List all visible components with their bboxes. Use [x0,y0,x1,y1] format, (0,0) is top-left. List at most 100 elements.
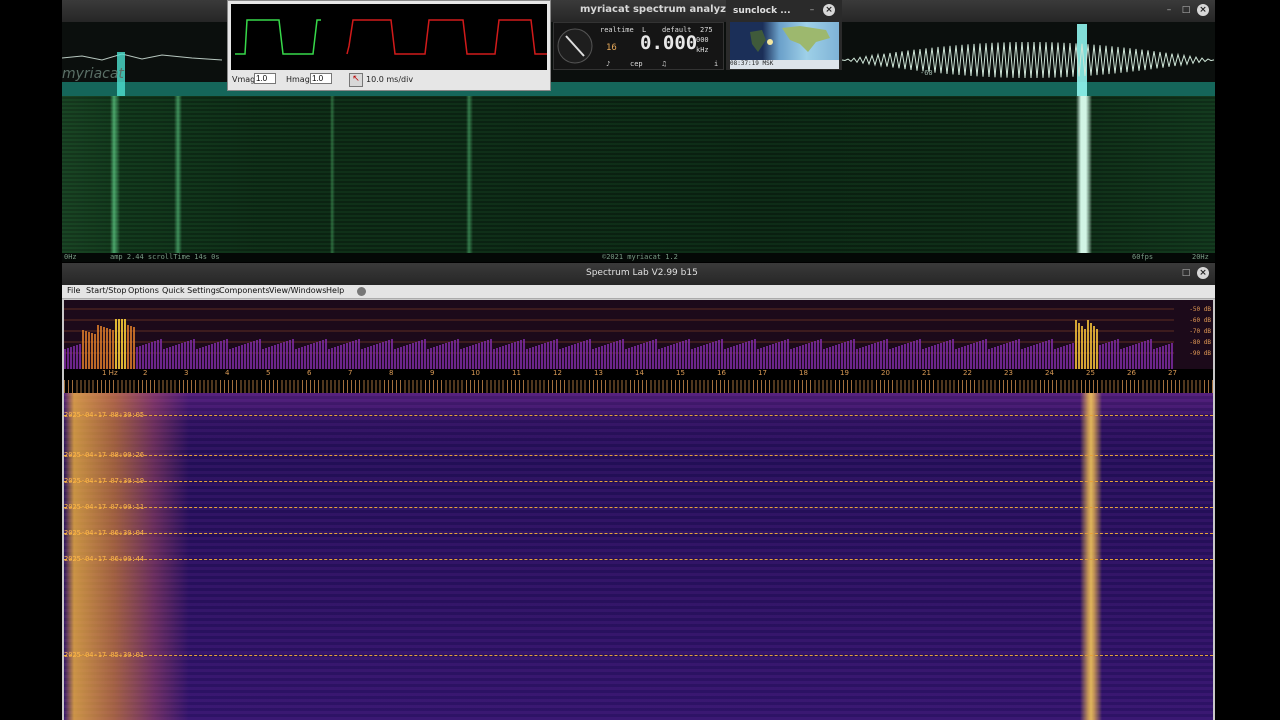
frequency-ruler [64,380,1213,393]
frequency-tick-label: 1 Hz [102,369,118,377]
readout-meter: realtime L default 275 16 0.000 000 kHz … [553,22,724,70]
sunclock-title: sunclock ... [733,6,791,16]
db-label: -60 dB [1189,317,1211,324]
footer-left-freq: 0Hz [64,253,77,261]
timestamp-line [64,533,1213,534]
menu-help[interactable]: Help [326,286,344,295]
spectrum-lab-window: Spectrum Lab V2.99 b15 □ × File Start/St… [62,263,1215,720]
note-button[interactable]: ♪ [606,60,610,68]
timestamp-line [64,507,1213,508]
db-tag: -60 [920,69,933,77]
menu-start-stop[interactable]: Start/Stop [86,286,126,295]
frequency-tick-label: 21 [922,369,931,377]
spectrum-lab-title: Spectrum Lab V2.99 b15 [586,268,698,278]
frequency-tick-label: 27 [1168,369,1177,377]
myriacat-footer: 0Hz amp 2.44 scrollTime 14s 0s ©2021 myr… [62,253,1215,262]
footer-fps: 60fps [1132,253,1154,261]
frequency-tick-label: 25 [1086,369,1095,377]
frequency-sub: 000 [696,36,709,44]
info-button[interactable]: i [714,60,718,68]
timebase-label: 10.0 ms/div [366,75,414,84]
spectrogram-waterfall: 2025-04-17 08:30:05 2025-04-17 08:00:26 20… [64,393,1213,720]
sunclock-time: 08:37:19 MSK [730,60,839,69]
menu-components[interactable]: Components [219,286,270,295]
close-icon[interactable]: × [1197,267,1209,279]
frequency-tick-label: 2 [143,369,148,377]
frequency-tick-label: 8 [389,369,394,377]
frequency-tick-label: 22 [963,369,972,377]
frequency-tick-label: 14 [635,369,644,377]
frequency-tick-label: 18 [799,369,808,377]
footer-right-freq: 20Hz [1192,253,1209,261]
frequency-tick-label: 23 [1004,369,1013,377]
minimize-icon[interactable]: – [1163,4,1175,16]
menu-view-windows[interactable]: View/Windows [269,286,326,295]
frequency-tick-label: 24 [1045,369,1054,377]
frequency-tick-label: 9 [430,369,435,377]
moon-icon [767,39,773,45]
menu-options[interactable]: Options [128,286,159,295]
mode-text: realtime [600,26,634,34]
frequency-tick-label: 5 [266,369,271,377]
maximize-icon[interactable]: □ [1180,4,1192,16]
small-digits: 16 [606,43,617,53]
frequency-tick-label: 26 [1127,369,1136,377]
maximize-icon[interactable]: □ [1180,267,1192,279]
timestamp-line [64,415,1213,416]
frequency-readout: 0.000 [640,32,698,54]
myriacat-waterfall [62,96,1215,253]
timestamp-label: 2025-04-17 08:30:05 [64,411,145,419]
frequency-tick-label: 12 [553,369,562,377]
db-scale: -50 dB -60 dB -70 dB -80 dB -90 dB [1189,304,1211,359]
frequency-tick-label: 4 [225,369,230,377]
db-label: -90 dB [1189,350,1211,357]
cursor-tool-icon[interactable]: ↖ [349,73,363,87]
timestamp-label: 2025-04-17 05:30:01 [64,651,145,659]
frequency-tick-label: 19 [840,369,849,377]
db-label: -50 dB [1189,306,1211,313]
timestamp-label: 2025-04-17 08:00:26 [64,451,145,459]
hmag-label: Hmag [286,75,310,84]
hmag-input[interactable] [310,73,332,84]
oscilloscope-plot [231,4,547,70]
frequency-tick-label: 20 [881,369,890,377]
timestamp-label: 2025-04-17 06:00:44 [64,555,145,563]
close-icon[interactable]: × [1197,4,1209,16]
myriacat-title: myriacat spectrum analyzer [580,4,738,15]
frequency-scale: 1 Hz 2 3 4 5 6 7 8 9 10 11 12 13 14 15 16 17 18 19 20 21 22 23… [64,369,1213,393]
frequency-tick-label: 13 [594,369,603,377]
vmag-input[interactable] [254,73,276,84]
oscilloscope-trace [235,19,547,55]
spectrum-lab-title-bar[interactable]: Spectrum Lab V2.99 b15 □ × [62,263,1215,285]
minimize-icon[interactable]: – [806,4,818,16]
spectrum-display: -50 dB -60 dB -70 dB -80 dB -90 dB [64,300,1213,369]
menu-file[interactable]: File [67,286,80,295]
status-indicator-icon[interactable] [357,287,366,296]
menu-bar: File Start/Stop Options Quick Settings C… [62,285,1215,299]
frequency-unit: kHz [696,46,709,54]
frequency-tick-label: 6 [307,369,312,377]
world-map [730,22,839,60]
db-label: -80 dB [1189,339,1211,346]
timestamp-label: 2025-04-17 07:30:19 [64,477,145,485]
notes-button[interactable]: ♫ [662,60,666,68]
frequency-tick-label: 17 [758,369,767,377]
gauge-icon [557,28,593,64]
spectrum-plot [64,308,1174,369]
close-icon[interactable]: × [823,4,835,16]
footer-credit: ©2021 myriacat 1.2 [602,253,678,261]
footer-info: amp 2.44 scrollTime 14s 0s [110,253,220,261]
frequency-tick-label: 15 [676,369,685,377]
vmag-label: Vmag [232,75,256,84]
frequency-tick-label: 10 [471,369,480,377]
db-label: -70 dB [1189,328,1211,335]
frequency-tick-label: 3 [184,369,189,377]
preset-number: 275 [700,26,713,34]
timestamp-line [64,559,1213,560]
cep-button[interactable]: cep [630,60,643,68]
timestamp-line [64,655,1213,656]
myriacat-logo: myriacat [62,66,124,82]
menu-quick-settings[interactable]: Quick Settings [162,286,220,295]
timestamp-line [64,481,1213,482]
frequency-tick-label: 11 [512,369,521,377]
